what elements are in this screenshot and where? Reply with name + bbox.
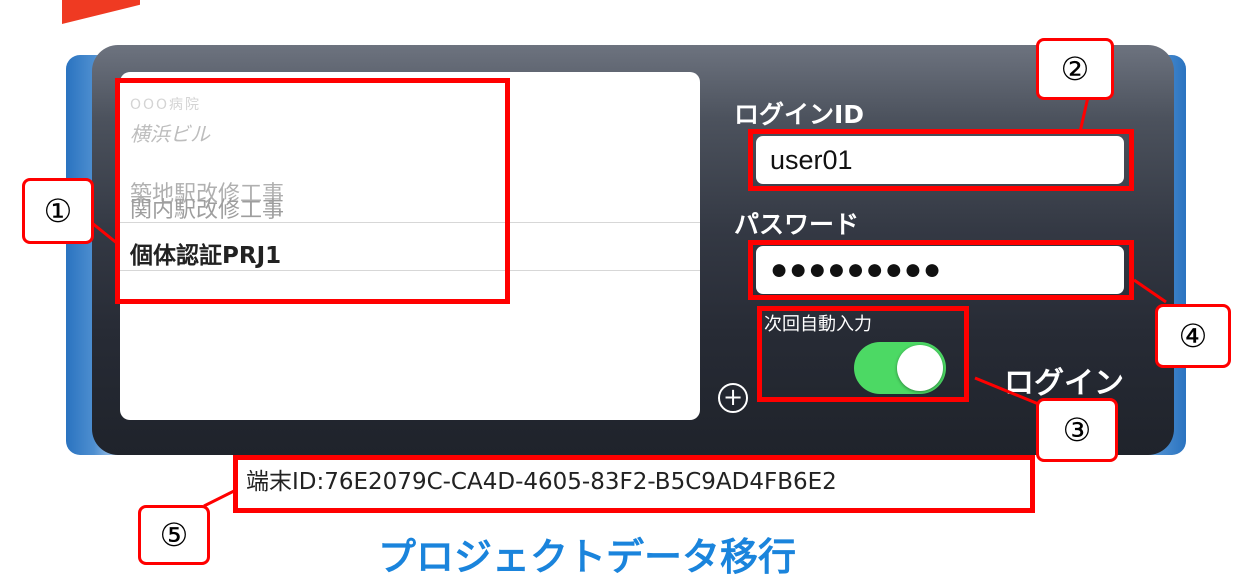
pointer-5	[203, 488, 237, 508]
callout-5: ⑤	[138, 505, 210, 565]
callout-3: ③	[1036, 398, 1118, 462]
pointer-2	[1078, 96, 1090, 133]
pointer-4	[1133, 278, 1167, 304]
pointer-1	[91, 221, 119, 246]
callout-2: ②	[1036, 38, 1114, 100]
callout-4: ④	[1155, 304, 1231, 368]
callout-1: ①	[22, 178, 94, 244]
